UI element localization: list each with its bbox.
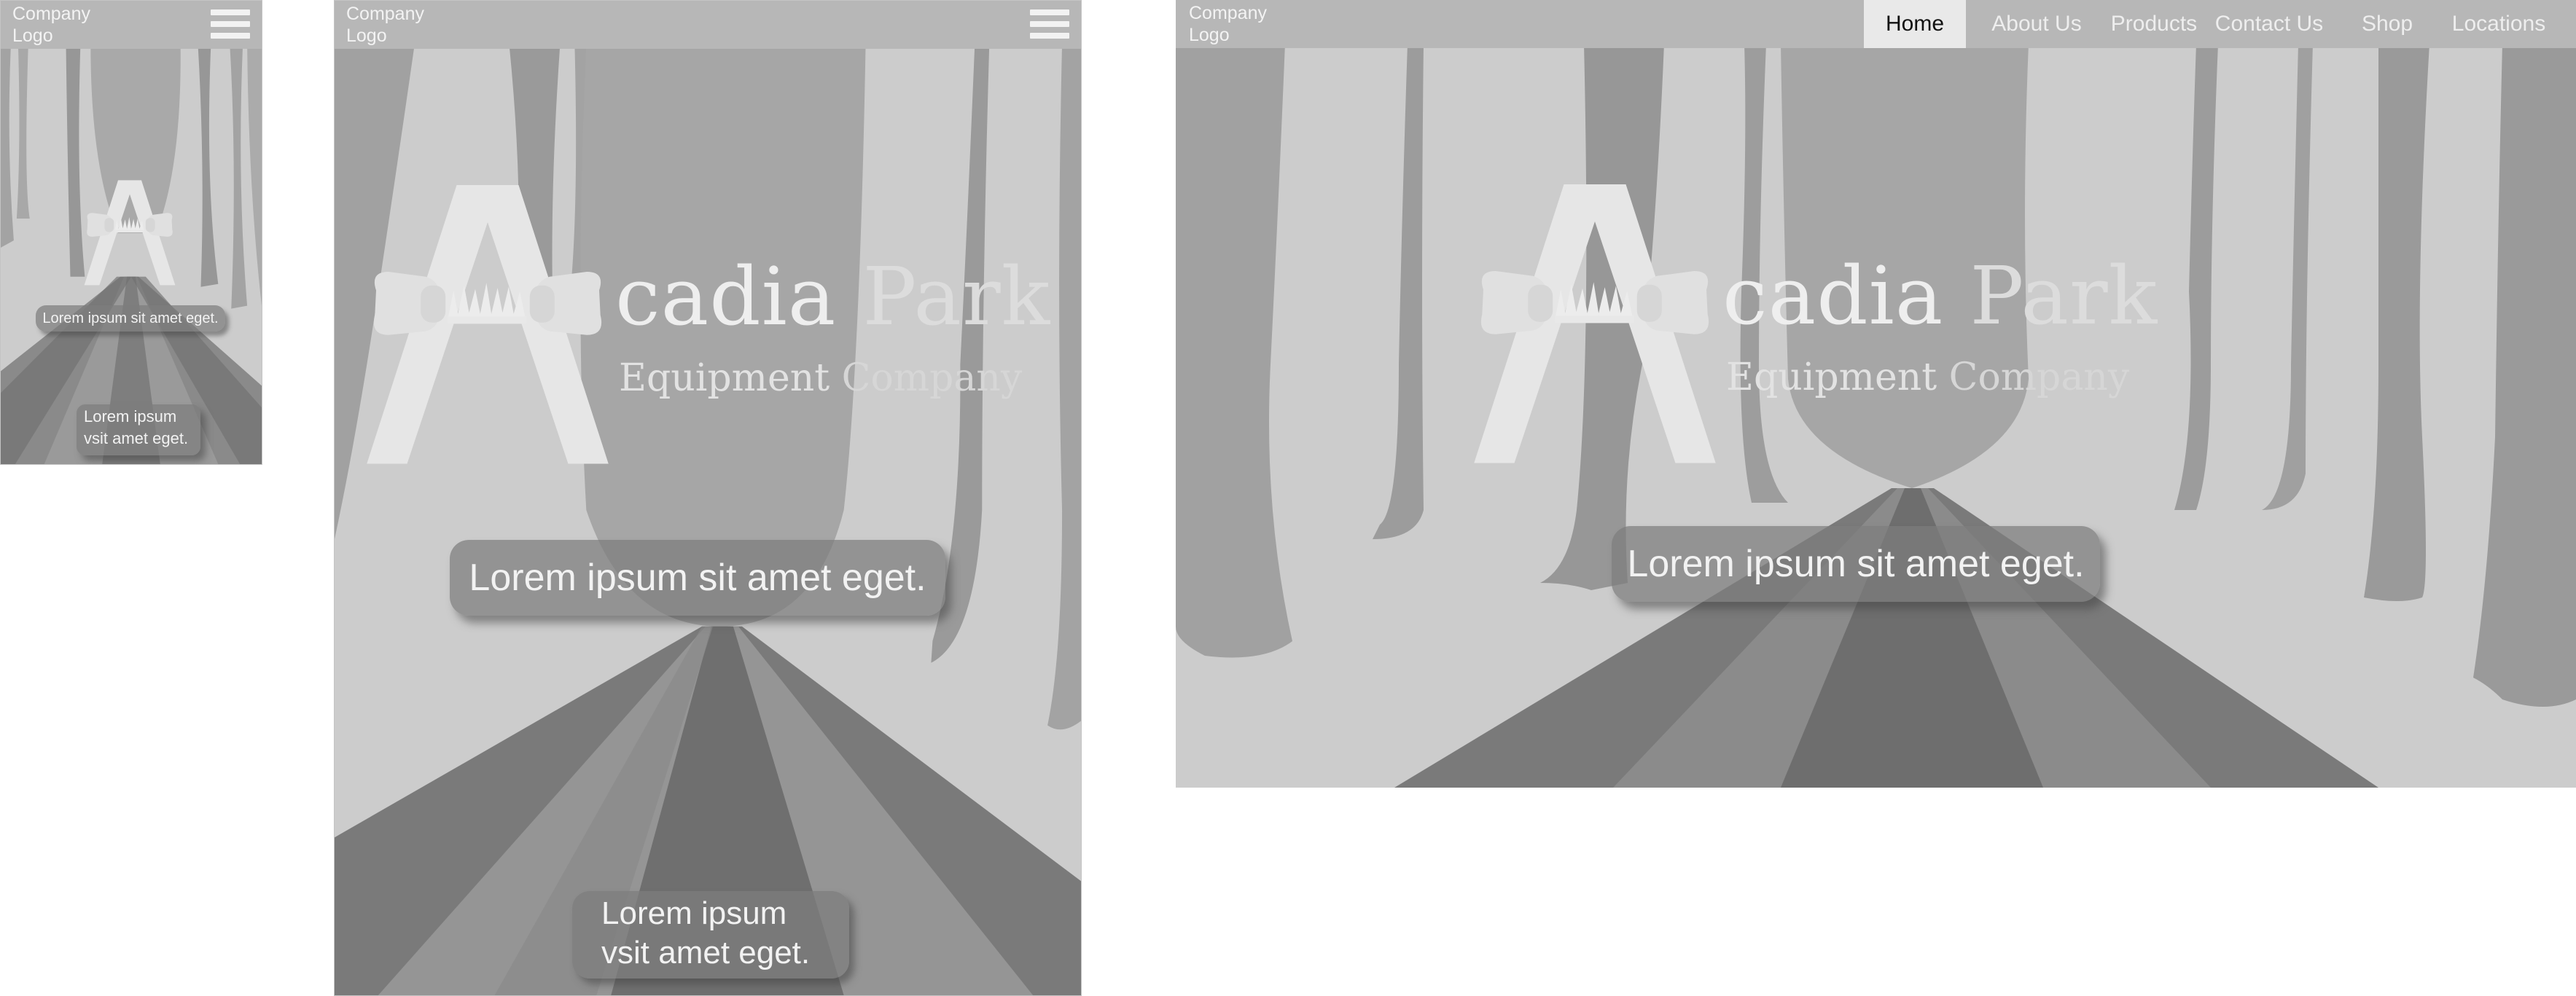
hero-secondary: Lorem ipsum vsit amet eget. — [77, 404, 200, 455]
nav-item-home[interactable]: Home — [1864, 0, 1966, 48]
brand-name-part1: cadia — [1722, 249, 1944, 342]
hamburger-menu-icon[interactable] — [211, 9, 250, 39]
brand-name: cadia Park — [1722, 252, 2158, 340]
tablet-mockup: Company Logo cadia Park Equipment Compan… — [334, 0, 1082, 996]
hero-secondary: Lorem ipsum vsit amet eget. — [572, 891, 849, 979]
desktop-mockup: Company Logo Home About Us Products Cont… — [1176, 0, 2576, 788]
site-header: Company Logo Home About Us Products Cont… — [1176, 0, 2576, 48]
company-logo[interactable]: Company Logo — [1189, 2, 1284, 46]
nav-item-products[interactable]: Products — [2107, 0, 2201, 48]
site-header: Company Logo — [335, 1, 1081, 49]
acadia-a-mark-icon — [367, 185, 609, 464]
acadia-a-mark-icon — [84, 180, 176, 286]
hero-tagline: Lorem ipsum sit amet eget. — [36, 305, 225, 332]
company-logo[interactable]: Company Logo — [12, 3, 107, 47]
brand-sub-part2: Company — [841, 356, 1023, 400]
brand-sub-part1: Equipment — [1726, 356, 1937, 399]
forest-scene — [335, 1, 1081, 995]
hero-secondary-line2: vsit amet eget. — [84, 429, 189, 447]
hamburger-menu-icon[interactable] — [1030, 9, 1069, 39]
brand-subtitle: Equipment Company — [619, 356, 1022, 400]
brand-name-part2: Park — [862, 250, 1051, 343]
brand-logo — [82, 176, 177, 292]
hero-secondary-line2: vsit amet eget. — [601, 935, 811, 970]
brand-name: cadia Park — [615, 253, 1050, 340]
brand-subtitle: Equipment Company — [1726, 356, 2129, 399]
hero-tagline: Lorem ipsum sit amet eget. — [1612, 526, 2100, 602]
brand-sub-part1: Equipment — [619, 356, 830, 400]
hero-tagline: Lorem ipsum sit amet eget. — [450, 540, 945, 616]
main-nav: Home About Us Products Contact Us Shop L… — [1864, 0, 2561, 48]
nav-item-about-us[interactable]: About Us — [1966, 0, 2107, 48]
brand-name-part2: Park — [1970, 249, 2158, 342]
company-logo[interactable]: Company Logo — [346, 3, 441, 47]
brand-name-part1: cadia — [615, 250, 837, 343]
nav-item-contact-us[interactable]: Contact Us — [2201, 0, 2338, 48]
acadia-a-mark-icon — [1474, 184, 1716, 463]
mobile-mockup: Company Logo Lorem ipsum sit amet eget. … — [0, 0, 262, 465]
hero-secondary-line1: Lorem ipsum — [601, 895, 787, 931]
brand-logo: cadia Park Equipment Company — [1471, 172, 2273, 485]
nav-item-shop[interactable]: Shop — [2338, 0, 2437, 48]
nav-item-locations[interactable]: Locations — [2437, 0, 2561, 48]
brand-logo: cadia Park Equipment Company — [364, 173, 1063, 486]
site-header: Company Logo — [1, 1, 262, 49]
hero-secondary-line1: Lorem ipsum — [84, 407, 177, 426]
brand-sub-part2: Company — [1948, 356, 2130, 399]
